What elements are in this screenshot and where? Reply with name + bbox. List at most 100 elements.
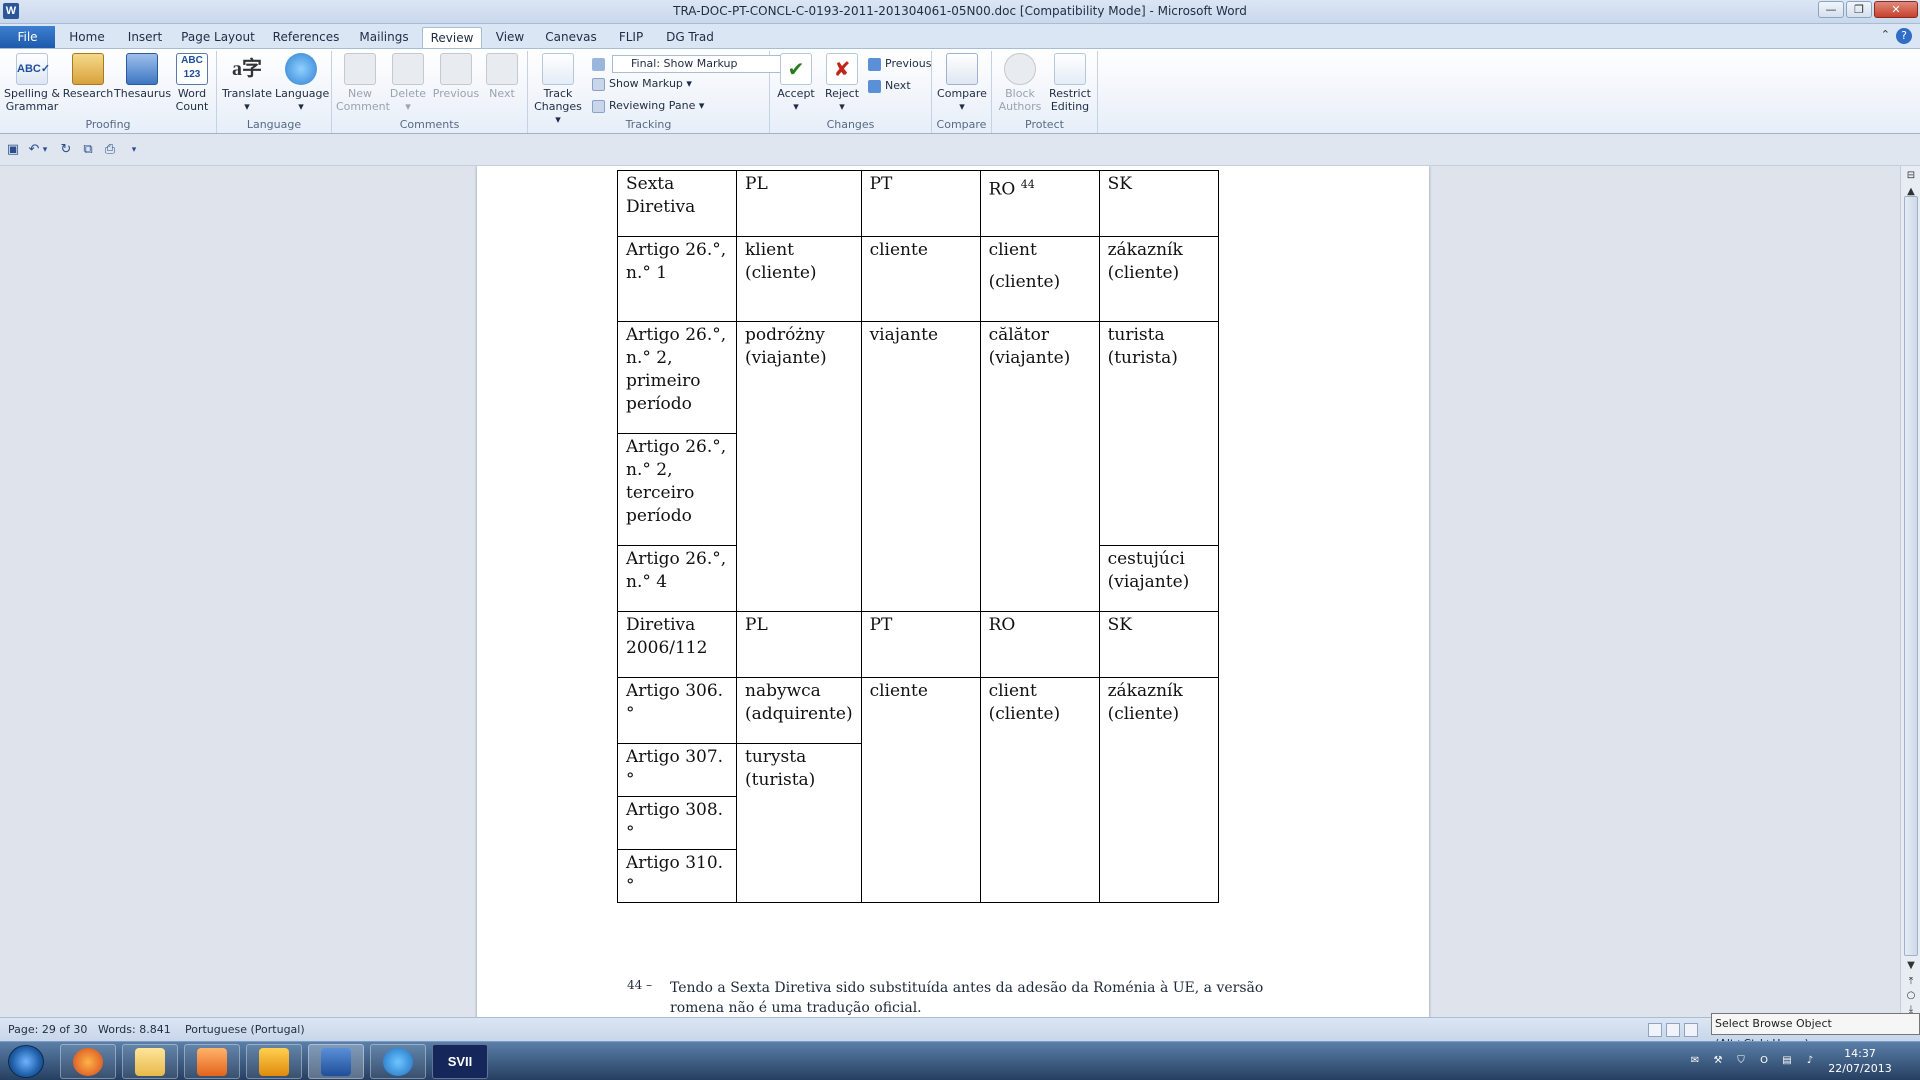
footnote-reference[interactable]: 44 bbox=[1021, 178, 1035, 191]
vertical-scrollbar[interactable]: ⊟ ▲ ▼ ⤒ ○ ⤓ bbox=[1900, 166, 1920, 1017]
spelling-grammar-button[interactable]: ABC✓ Spelling & Grammar bbox=[4, 53, 60, 113]
language-indicator[interactable]: Portuguese (Portugal) bbox=[185, 1023, 305, 1036]
table-cell[interactable]: Artigo 307.° bbox=[617, 743, 737, 797]
scroll-down-icon[interactable]: ▼ bbox=[1903, 958, 1919, 974]
ruler-toggle-icon[interactable]: ⊟ bbox=[1903, 168, 1919, 184]
word-taskbar-button[interactable] bbox=[308, 1044, 364, 1079]
previous-change-button[interactable]: Previous bbox=[868, 55, 932, 73]
tray-icon-mail[interactable]: ✉ bbox=[1688, 1054, 1702, 1068]
table-cell[interactable]: client (cliente) bbox=[979, 236, 1100, 322]
media-player-taskbar-button[interactable] bbox=[184, 1044, 240, 1079]
start-button[interactable] bbox=[8, 1045, 44, 1078]
display-for-review-select[interactable]: Final: Show Markup▾ bbox=[612, 55, 792, 73]
redo-icon[interactable]: ↻ bbox=[58, 142, 74, 158]
tab-flip[interactable]: FLIP bbox=[612, 27, 650, 48]
table-cell[interactable]: zákazník (cliente) bbox=[1098, 236, 1219, 322]
accept-button[interactable]: ✔ Accept ▾ bbox=[774, 53, 818, 113]
block-authors-button[interactable]: Block Authors bbox=[996, 53, 1044, 113]
new-comment-button[interactable]: New Comment bbox=[336, 53, 390, 113]
language-button[interactable]: Language ▾ bbox=[275, 53, 329, 113]
translate-button[interactable]: a字 Translate ▾ bbox=[221, 53, 273, 113]
volume-icon[interactable]: ♪ bbox=[1803, 1054, 1817, 1068]
outlook-taskbar-button[interactable] bbox=[246, 1044, 302, 1079]
print-layout-view-icon[interactable] bbox=[1648, 1023, 1662, 1037]
minimize-button[interactable]: — bbox=[1818, 1, 1844, 18]
table-cell[interactable]: PL bbox=[736, 611, 862, 678]
sv-taskbar-button[interactable]: SVII bbox=[432, 1044, 488, 1079]
page-indicator[interactable]: Page: 29 of 30 bbox=[8, 1023, 87, 1036]
help-icon[interactable]: ? bbox=[1896, 28, 1912, 44]
tab-mailings[interactable]: Mailings bbox=[352, 27, 416, 48]
table-cell[interactable]: nabywca (adquirente) bbox=[736, 677, 862, 744]
save-icon[interactable]: ▣ bbox=[5, 142, 21, 158]
undo-dropdown-icon[interactable]: ▾ bbox=[40, 142, 50, 158]
table-cell[interactable]: SK bbox=[1098, 611, 1219, 678]
tab-review[interactable]: Review bbox=[422, 27, 482, 48]
tab-canevas[interactable]: Canevas bbox=[543, 27, 599, 48]
customize-toolbar-icon[interactable]: ▾ bbox=[126, 142, 142, 158]
tray-icon-network-tool[interactable]: ⚒ bbox=[1711, 1054, 1725, 1068]
tab-home[interactable]: Home bbox=[62, 27, 112, 48]
research-button[interactable]: Research bbox=[62, 53, 114, 100]
word-count-indicator[interactable]: Words: 8.841 bbox=[98, 1023, 171, 1036]
table-cell[interactable]: Artigo 26.°, n.° 1 bbox=[617, 236, 737, 322]
table-cell[interactable]: RO bbox=[979, 611, 1100, 678]
minimize-ribbon-icon[interactable]: ⌃ bbox=[1881, 28, 1890, 41]
table-cell[interactable]: Artigo 26.°, n.° 2, primeiro período bbox=[617, 321, 737, 434]
word-count-button[interactable]: ABC 123 Word Count bbox=[172, 53, 212, 113]
tray-icon-outlook[interactable]: O bbox=[1757, 1054, 1771, 1068]
table-cell[interactable]: klient (cliente) bbox=[736, 236, 862, 322]
tab-insert[interactable]: Insert bbox=[120, 27, 170, 48]
table-cell[interactable]: Diretiva 2006/112 bbox=[617, 611, 737, 678]
next-comment-button[interactable]: Next bbox=[482, 53, 522, 100]
table-cell[interactable]: Artigo 310.° bbox=[617, 849, 737, 903]
track-changes-button[interactable]: Track Changes ▾ bbox=[532, 53, 584, 126]
internet-explorer-taskbar-button[interactable] bbox=[370, 1044, 426, 1079]
close-button[interactable]: ✕ bbox=[1874, 1, 1918, 18]
tab-page-layout[interactable]: Page Layout bbox=[178, 27, 258, 48]
explorer-taskbar-button[interactable] bbox=[122, 1044, 178, 1079]
tab-references[interactable]: References bbox=[266, 27, 346, 48]
table-cell[interactable]: viajante bbox=[860, 321, 981, 612]
compare-button[interactable]: Compare ▾ bbox=[936, 53, 988, 113]
table-cell[interactable]: cliente bbox=[860, 677, 981, 903]
reject-button[interactable]: ✘ Reject ▾ bbox=[820, 53, 864, 113]
copy-icon[interactable]: ⧉ bbox=[80, 142, 96, 158]
table-cell[interactable]: Artigo 26.°, n.° 2, terceiro período bbox=[617, 433, 737, 546]
table-cell[interactable]: podróżny (viajante) bbox=[736, 321, 862, 612]
thesaurus-button[interactable]: Thesaurus bbox=[114, 53, 171, 100]
previous-comment-button[interactable]: Previous bbox=[432, 53, 480, 100]
tab-view[interactable]: View bbox=[490, 27, 530, 48]
table-cell[interactable]: cliente bbox=[860, 236, 981, 322]
print-icon[interactable]: ⎙ bbox=[102, 142, 118, 158]
table-cell[interactable]: turysta (turista) bbox=[736, 743, 862, 903]
scroll-thumb[interactable] bbox=[1904, 196, 1918, 956]
table-cell[interactable]: Sexta Diretiva bbox=[617, 170, 737, 237]
next-change-button[interactable]: Next bbox=[868, 77, 911, 95]
table-cell[interactable]: cestujúci (viajante) bbox=[1098, 545, 1219, 612]
table-cell[interactable]: RO 44 bbox=[979, 170, 1100, 237]
reviewing-pane-button[interactable]: Reviewing Pane ▾ bbox=[592, 97, 704, 115]
full-screen-reading-view-icon[interactable] bbox=[1666, 1023, 1680, 1037]
restrict-editing-button[interactable]: Restrict Editing bbox=[1046, 53, 1094, 113]
table-cell[interactable]: Artigo 306.° bbox=[617, 677, 737, 744]
table-cell[interactable]: turista (turista) bbox=[1098, 321, 1219, 546]
table-cell[interactable]: călător (viajante) bbox=[979, 321, 1100, 612]
table-cell[interactable]: zákazník (cliente) bbox=[1098, 677, 1219, 903]
table-cell[interactable]: PT bbox=[860, 611, 981, 678]
table-cell[interactable]: SK bbox=[1098, 170, 1219, 237]
tray-icon-shield[interactable]: ⛉ bbox=[1734, 1054, 1748, 1068]
table-cell[interactable]: Artigo 26.°, n.° 4 bbox=[617, 545, 737, 612]
tab-file[interactable]: File bbox=[0, 26, 55, 48]
firefox-taskbar-button[interactable] bbox=[60, 1044, 116, 1079]
web-layout-view-icon[interactable] bbox=[1684, 1023, 1698, 1037]
show-markup-button[interactable]: Show Markup ▾ bbox=[592, 75, 692, 93]
restore-button[interactable]: ❐ bbox=[1846, 1, 1872, 18]
tab-dg-trad[interactable]: DG Trad bbox=[660, 27, 720, 48]
table-cell[interactable]: client (cliente) bbox=[979, 677, 1100, 903]
table-cell[interactable]: Artigo 308.° bbox=[617, 796, 737, 850]
table-cell[interactable]: PT bbox=[860, 170, 981, 237]
table-cell[interactable]: PL bbox=[736, 170, 862, 237]
clock[interactable]: 14:37 22/07/2013 bbox=[1818, 1046, 1902, 1076]
delete-comment-button[interactable]: Delete ▾ bbox=[386, 53, 430, 113]
